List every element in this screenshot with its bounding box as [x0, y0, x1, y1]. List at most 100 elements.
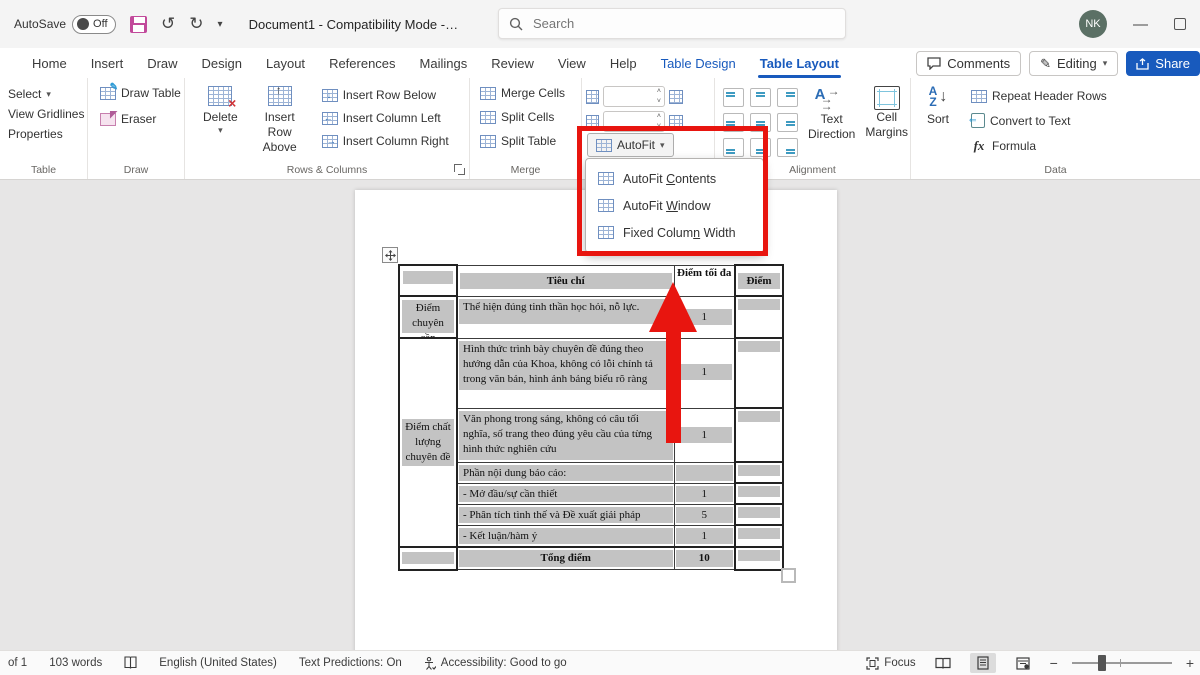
grading-table[interactable]: Tiêu chí Điểm tối đa Điểm Điểm chuyên cầ… — [398, 264, 784, 571]
table-cell[interactable] — [735, 338, 783, 408]
table-cell[interactable]: - Mở đầu/sự cần thiết — [457, 483, 674, 504]
table-cell[interactable]: 1 — [674, 408, 735, 462]
save-icon[interactable] — [130, 16, 147, 33]
tab-home[interactable]: Home — [20, 51, 79, 76]
undo-icon[interactable]: ↺ — [161, 14, 175, 34]
align-center-right-icon[interactable] — [777, 113, 798, 132]
formula-button[interactable]: fx Formula — [967, 136, 1111, 156]
avatar[interactable]: NK — [1079, 10, 1107, 38]
proofing-book-icon[interactable] — [124, 656, 137, 670]
tab-view[interactable]: View — [546, 51, 598, 76]
table-cell[interactable]: Điểm chất lượng chuyên đề — [399, 338, 457, 547]
table-cell[interactable]: Điểm chuyên cần — [399, 296, 457, 338]
menu-item-autofit-window[interactable]: AutoFit Window — [586, 192, 763, 219]
view-gridlines-button[interactable]: View Gridlines — [0, 104, 87, 124]
draw-table-button[interactable]: ✎ Draw Table — [96, 84, 184, 102]
autosave-toggle[interactable]: Off — [72, 15, 116, 34]
search-box[interactable] — [498, 8, 846, 39]
table-cell[interactable]: Tiêu chí — [457, 265, 674, 296]
select-button[interactable]: Select ▾ — [0, 84, 87, 104]
table-cell[interactable] — [399, 265, 457, 296]
tab-mailings[interactable]: Mailings — [408, 51, 480, 76]
table-cell[interactable]: Hình thức trình bày chuyên đề đúng theo … — [457, 338, 674, 408]
align-center-left-icon[interactable] — [723, 113, 744, 132]
table-cell[interactable] — [735, 296, 783, 338]
minimize-button[interactable]: — — [1133, 16, 1148, 33]
convert-to-text-button[interactable]: Convert to Text — [967, 111, 1111, 130]
align-top-center-icon[interactable] — [750, 88, 771, 107]
table-cell[interactable]: 1 — [674, 296, 735, 338]
comments-button[interactable]: Comments — [916, 51, 1021, 76]
align-center-icon[interactable] — [750, 113, 771, 132]
table-cell[interactable] — [735, 483, 783, 504]
table-cell[interactable]: 1 — [674, 338, 735, 408]
eraser-button[interactable]: ◤ Eraser — [96, 110, 184, 128]
tab-help[interactable]: Help — [598, 51, 649, 76]
zoom-out-button[interactable]: − — [1050, 655, 1058, 671]
zoom-slider[interactable] — [1072, 662, 1172, 664]
tab-draw[interactable]: Draw — [135, 51, 189, 76]
table-cell[interactable] — [735, 525, 783, 547]
column-width-input[interactable] — [608, 114, 652, 131]
table-cell[interactable] — [735, 408, 783, 462]
repeat-header-rows-button[interactable]: Repeat Header Rows — [967, 87, 1111, 105]
table-cell[interactable]: 5 — [674, 504, 735, 525]
table-cell[interactable]: - Kết luận/hàm ý — [457, 525, 674, 547]
toolbar-overflow-icon[interactable]: ▾ — [218, 19, 223, 30]
insert-column-left-button[interactable]: ← Insert Column Left — [318, 109, 453, 127]
editing-button[interactable]: ✎ Editing ▾ — [1029, 51, 1118, 76]
table-cell[interactable] — [399, 547, 457, 570]
align-bottom-left-icon[interactable] — [723, 138, 744, 157]
table-cell[interactable]: - Phân tích tình thế và Đề xuất giải phá… — [457, 504, 674, 525]
align-top-left-icon[interactable] — [723, 88, 744, 107]
page-indicator[interactable]: of 1 — [8, 657, 27, 669]
table-cell[interactable]: 1 — [674, 525, 735, 547]
tab-table-layout[interactable]: Table Layout — [748, 51, 851, 76]
table-cell[interactable]: Điểm — [735, 265, 783, 296]
row-height-input[interactable] — [608, 89, 652, 106]
align-top-right-icon[interactable] — [777, 88, 798, 107]
stepper-icons[interactable]: ˄˅ — [657, 87, 661, 107]
insert-column-right-button[interactable]: → Insert Column Right — [318, 132, 453, 150]
table-move-handle[interactable] — [382, 247, 398, 263]
table-cell[interactable]: 1 — [674, 483, 735, 504]
text-predictions[interactable]: Text Predictions: On — [299, 657, 402, 669]
tab-design[interactable]: Design — [190, 51, 254, 76]
web-layout-button[interactable] — [1010, 653, 1036, 673]
tab-layout[interactable]: Layout — [254, 51, 317, 76]
redo-icon[interactable]: ↻ — [189, 14, 203, 34]
row-height-field[interactable]: ˄˅ — [603, 86, 665, 107]
align-bottom-center-icon[interactable] — [750, 138, 771, 157]
table-cell[interactable] — [735, 462, 783, 483]
stepper-icons[interactable]: ˄˅ — [657, 112, 661, 132]
properties-button[interactable]: Properties — [0, 124, 87, 144]
table-cell[interactable]: Phần nội dung báo cáo: — [457, 462, 674, 483]
table-cell[interactable]: Tổng điểm — [457, 547, 674, 570]
tab-insert[interactable]: Insert — [79, 51, 136, 76]
split-cells-button[interactable]: Split Cells — [476, 108, 581, 126]
search-input[interactable] — [531, 15, 811, 32]
focus-button[interactable]: Focus — [866, 657, 915, 670]
menu-item-fixed-column-width[interactable]: Fixed Column Width — [586, 219, 763, 246]
split-table-button[interactable]: Split Table — [476, 132, 581, 150]
word-count[interactable]: 103 words — [49, 657, 102, 669]
table-resize-handle[interactable] — [781, 568, 796, 583]
table-cell[interactable] — [674, 462, 735, 483]
align-bottom-right-icon[interactable] — [777, 138, 798, 157]
table-cell[interactable]: Thể hiện đúng tinh thần học hỏi, nỗ lực. — [457, 296, 674, 338]
print-layout-button[interactable] — [970, 653, 996, 673]
accessibility-status[interactable]: Accessibility: Good to go — [424, 657, 567, 670]
insert-row-below-button[interactable]: ↓ Insert Row Below — [318, 86, 453, 104]
autofit-button[interactable]: AutoFit ▾ — [587, 133, 674, 157]
table-cell[interactable] — [735, 547, 783, 570]
table-cell[interactable]: Văn phong trong sáng, không có câu tối n… — [457, 408, 674, 462]
restore-button[interactable] — [1174, 18, 1186, 30]
document-page[interactable]: Tiêu chí Điểm tối đa Điểm Điểm chuyên cầ… — [355, 190, 837, 650]
column-width-field[interactable]: ˄˅ — [603, 111, 665, 132]
zoom-slider-handle[interactable] — [1098, 655, 1106, 671]
read-mode-button[interactable] — [930, 653, 956, 673]
share-button[interactable]: Share — [1126, 51, 1200, 76]
language-indicator[interactable]: English (United States) — [159, 657, 277, 669]
menu-item-autofit-contents[interactable]: AutoFit Contents — [586, 165, 763, 192]
zoom-in-button[interactable]: + — [1186, 655, 1194, 671]
